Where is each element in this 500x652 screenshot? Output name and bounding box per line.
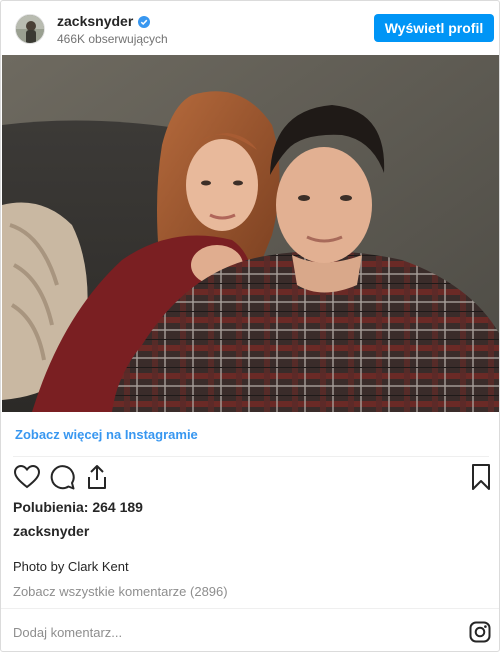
post-photo[interactable] xyxy=(2,55,499,412)
divider xyxy=(1,608,499,609)
add-comment-field[interactable]: Dodaj komentarz... xyxy=(13,625,122,640)
caption-author[interactable]: zacksnyder xyxy=(13,523,89,539)
heart-icon[interactable] xyxy=(13,463,41,491)
likes-count[interactable]: Polubienia: 264 189 xyxy=(13,499,143,515)
followers-count: 466K obserwujących xyxy=(57,32,168,46)
share-icon[interactable] xyxy=(83,463,111,491)
caption-text: Photo by Clark Kent xyxy=(13,559,129,574)
view-all-comments-link[interactable]: Zobacz wszystkie komentarze (2896) xyxy=(13,584,228,599)
username-row: zacksnyder xyxy=(57,13,151,29)
instagram-logo-icon[interactable] xyxy=(469,621,491,643)
bookmark-icon[interactable] xyxy=(467,463,495,491)
post-header: zacksnyder 466K obserwujących Wyświetl p… xyxy=(1,1,499,55)
instagram-embed: zacksnyder 466K obserwujących Wyświetl p… xyxy=(0,0,500,652)
username[interactable]: zacksnyder xyxy=(57,13,133,29)
divider xyxy=(13,456,489,457)
view-profile-button[interactable]: Wyświetl profil xyxy=(374,14,494,42)
verified-badge-icon xyxy=(138,15,151,28)
see-more-on-instagram-link[interactable]: Zobacz więcej na Instagramie xyxy=(15,427,198,442)
avatar[interactable] xyxy=(15,14,45,44)
comment-icon[interactable] xyxy=(48,463,76,491)
